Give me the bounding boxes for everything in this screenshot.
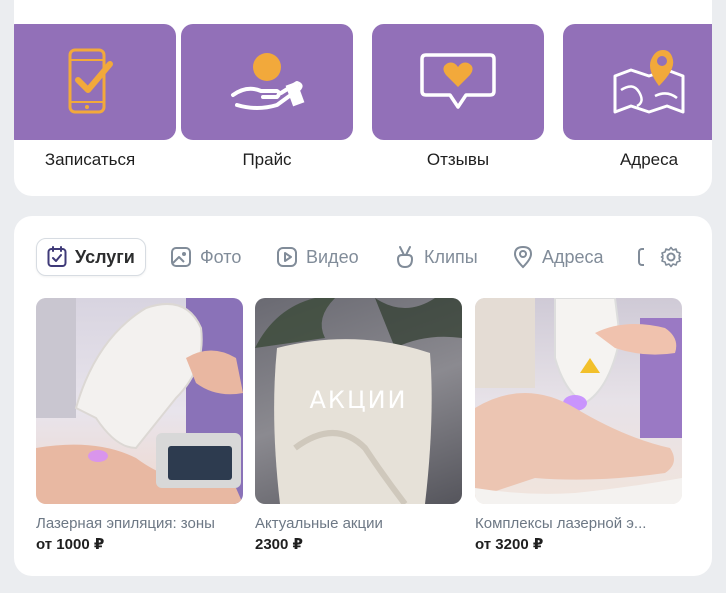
action-label-book[interactable]: Записаться bbox=[14, 150, 176, 170]
services-card: Услуги Фото Видео Клипы Адреса Лазерная … bbox=[14, 216, 712, 576]
laser-foot-illustration bbox=[475, 298, 682, 504]
tab-services[interactable]: Услуги bbox=[36, 238, 146, 276]
product-title: Комплексы лазерной э... bbox=[475, 515, 647, 532]
action-tile-addresses[interactable] bbox=[563, 24, 712, 140]
action-label-addresses[interactable]: Адреса bbox=[563, 150, 712, 170]
tab-addresses[interactable]: Адреса bbox=[512, 238, 604, 276]
product-card[interactable]: АКЦИИ Актуальные акции 2300 ₽ bbox=[255, 298, 462, 553]
tab-settings-button[interactable] bbox=[660, 238, 682, 276]
tab-video[interactable]: Видео bbox=[276, 238, 359, 276]
tab-photo[interactable]: Фото bbox=[170, 238, 241, 276]
tab-clips-label: Клипы bbox=[424, 246, 478, 267]
tab-video-label: Видео bbox=[306, 246, 359, 267]
product-photo[interactable]: АКЦИИ bbox=[255, 298, 462, 504]
product-title: Лазерная эпиляция: зоны bbox=[36, 515, 215, 532]
tab-photo-label: Фото bbox=[200, 246, 242, 267]
calendar-check-icon bbox=[47, 246, 67, 267]
gear-icon bbox=[660, 246, 682, 268]
action-tile-reviews[interactable] bbox=[372, 24, 544, 140]
tab-bar: Услуги Фото Видео Клипы Адреса bbox=[14, 238, 712, 278]
product-photo[interactable] bbox=[475, 298, 682, 504]
heart-message-icon bbox=[420, 53, 496, 109]
tab-addresses-label: Адреса bbox=[542, 246, 604, 267]
phone-check-icon bbox=[68, 48, 113, 114]
product-price: от 3200 ₽ bbox=[475, 536, 544, 553]
app-screen: Записаться Прайс Отзывы Адреса Услуги Фо… bbox=[0, 0, 726, 593]
image-icon bbox=[171, 247, 191, 267]
clips-icon bbox=[396, 246, 414, 269]
product-photo[interactable] bbox=[36, 298, 243, 504]
action-tile-book[interactable] bbox=[14, 24, 176, 140]
hand-coin-icon bbox=[231, 53, 305, 110]
map-pin-icon bbox=[613, 50, 685, 114]
play-icon bbox=[277, 247, 297, 267]
product-title: Актуальные акции bbox=[255, 515, 383, 532]
tab-clips[interactable]: Клипы bbox=[394, 238, 478, 276]
action-label-price[interactable]: Прайс bbox=[181, 150, 353, 170]
tab-services-label: Услуги bbox=[75, 246, 135, 267]
laser-device-illustration bbox=[36, 298, 243, 504]
product-price: 2300 ₽ bbox=[255, 536, 303, 553]
product-card[interactable]: Комплексы лазерной э... от 3200 ₽ bbox=[475, 298, 682, 553]
quick-actions-card: Записаться Прайс Отзывы Адреса bbox=[14, 0, 712, 196]
action-label-reviews[interactable]: Отзывы bbox=[372, 150, 544, 170]
cut-tab-icon bbox=[638, 248, 644, 266]
tab-more-edge[interactable] bbox=[638, 238, 644, 276]
promo-overlay-text: АКЦИИ bbox=[309, 386, 408, 414]
action-tile-price[interactable] bbox=[181, 24, 353, 140]
product-card[interactable]: Лазерная эпиляция: зоны от 1000 ₽ bbox=[36, 298, 243, 553]
product-price: от 1000 ₽ bbox=[36, 536, 105, 553]
location-pin-icon bbox=[513, 245, 533, 269]
product-grid: Лазерная эпиляция: зоны от 1000 ₽ АКЦИИ … bbox=[14, 298, 712, 558]
